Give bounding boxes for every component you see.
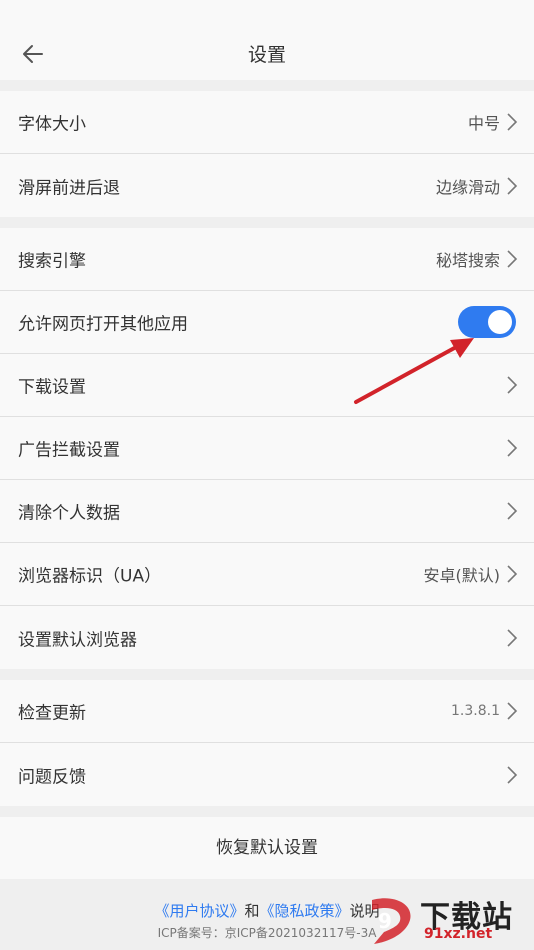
chevron-right-icon bbox=[507, 628, 518, 647]
settings-group-browser: 搜索引擎 秘塔搜索 允许网页打开其他应用 下载设置 广告拦截设置 清除个人数据 … bbox=[0, 228, 534, 669]
setting-value: 安卓(默认) bbox=[423, 566, 501, 585]
setting-label: 清除个人数据 bbox=[18, 503, 120, 524]
setting-value: 中号 bbox=[467, 114, 500, 133]
setting-value: 边缘滑动 bbox=[435, 177, 500, 197]
setting-label: 搜索引擎 bbox=[18, 251, 86, 272]
watermark: 9 下载站 91xz.net bbox=[360, 892, 530, 948]
setting-clear-data[interactable]: 清除个人数据 bbox=[0, 480, 534, 543]
chevron-right-icon bbox=[507, 113, 518, 131]
settings-group-display: 字体大小 中号 滑屏前进后退 边缘滑动 bbox=[0, 91, 534, 217]
chevron-right-icon bbox=[507, 702, 518, 720]
privacy-policy-link[interactable]: 《隐私政策》 bbox=[260, 902, 350, 920]
setting-ad-block[interactable]: 广告拦截设置 bbox=[0, 417, 534, 480]
setting-search-engine[interactable]: 搜索引擎 秘塔搜索 bbox=[0, 228, 534, 291]
chevron-right-icon bbox=[507, 376, 518, 394]
footer-and-text: 和 bbox=[244, 902, 260, 920]
setting-user-agent[interactable]: 浏览器标识（UA） 安卓(默认) bbox=[0, 543, 534, 606]
setting-font-size[interactable]: 字体大小 中号 bbox=[0, 91, 534, 154]
chevron-right-icon bbox=[507, 250, 518, 268]
page-title: 设置 bbox=[247, 44, 286, 66]
chevron-right-icon bbox=[507, 765, 518, 784]
settings-group-about: 检查更新 1.3.8.1 问题反馈 bbox=[0, 680, 534, 806]
watermark-sub-text: 91xz.net bbox=[424, 926, 493, 942]
annotation-arrow-icon bbox=[354, 338, 474, 404]
setting-check-update[interactable]: 检查更新 1.3.8.1 bbox=[0, 680, 534, 743]
chevron-right-icon bbox=[507, 565, 518, 583]
chevron-right-icon bbox=[507, 439, 518, 457]
setting-label: 允许网页打开其他应用 bbox=[18, 314, 188, 335]
chevron-right-icon bbox=[507, 176, 518, 195]
setting-label: 问题反馈 bbox=[18, 767, 86, 787]
setting-label: 字体大小 bbox=[18, 114, 86, 135]
setting-label: 滑屏前进后退 bbox=[18, 178, 120, 198]
version-value: 1.3.8.1 bbox=[451, 703, 500, 719]
setting-default-browser[interactable]: 设置默认浏览器 bbox=[0, 606, 534, 669]
app-header: 设置 bbox=[0, 0, 534, 80]
setting-feedback[interactable]: 问题反馈 bbox=[0, 743, 534, 806]
svg-text:9: 9 bbox=[378, 909, 392, 933]
setting-swipe-navigation[interactable]: 滑屏前进后退 边缘滑动 bbox=[0, 154, 534, 217]
setting-label: 广告拦截设置 bbox=[18, 440, 120, 461]
chevron-right-icon bbox=[507, 502, 518, 520]
watermark-logo-icon: 9 bbox=[372, 898, 411, 944]
user-agreement-link[interactable]: 《用户协议》 bbox=[154, 902, 244, 920]
setting-label: 检查更新 bbox=[18, 703, 86, 724]
setting-label: 下载设置 bbox=[18, 377, 86, 398]
reset-defaults-button[interactable]: 恢复默认设置 bbox=[0, 817, 534, 879]
toggle-knob bbox=[488, 310, 512, 334]
setting-label: 浏览器标识（UA） bbox=[18, 566, 162, 587]
setting-label: 设置默认浏览器 bbox=[18, 630, 137, 650]
setting-value: 秘塔搜索 bbox=[435, 251, 500, 270]
